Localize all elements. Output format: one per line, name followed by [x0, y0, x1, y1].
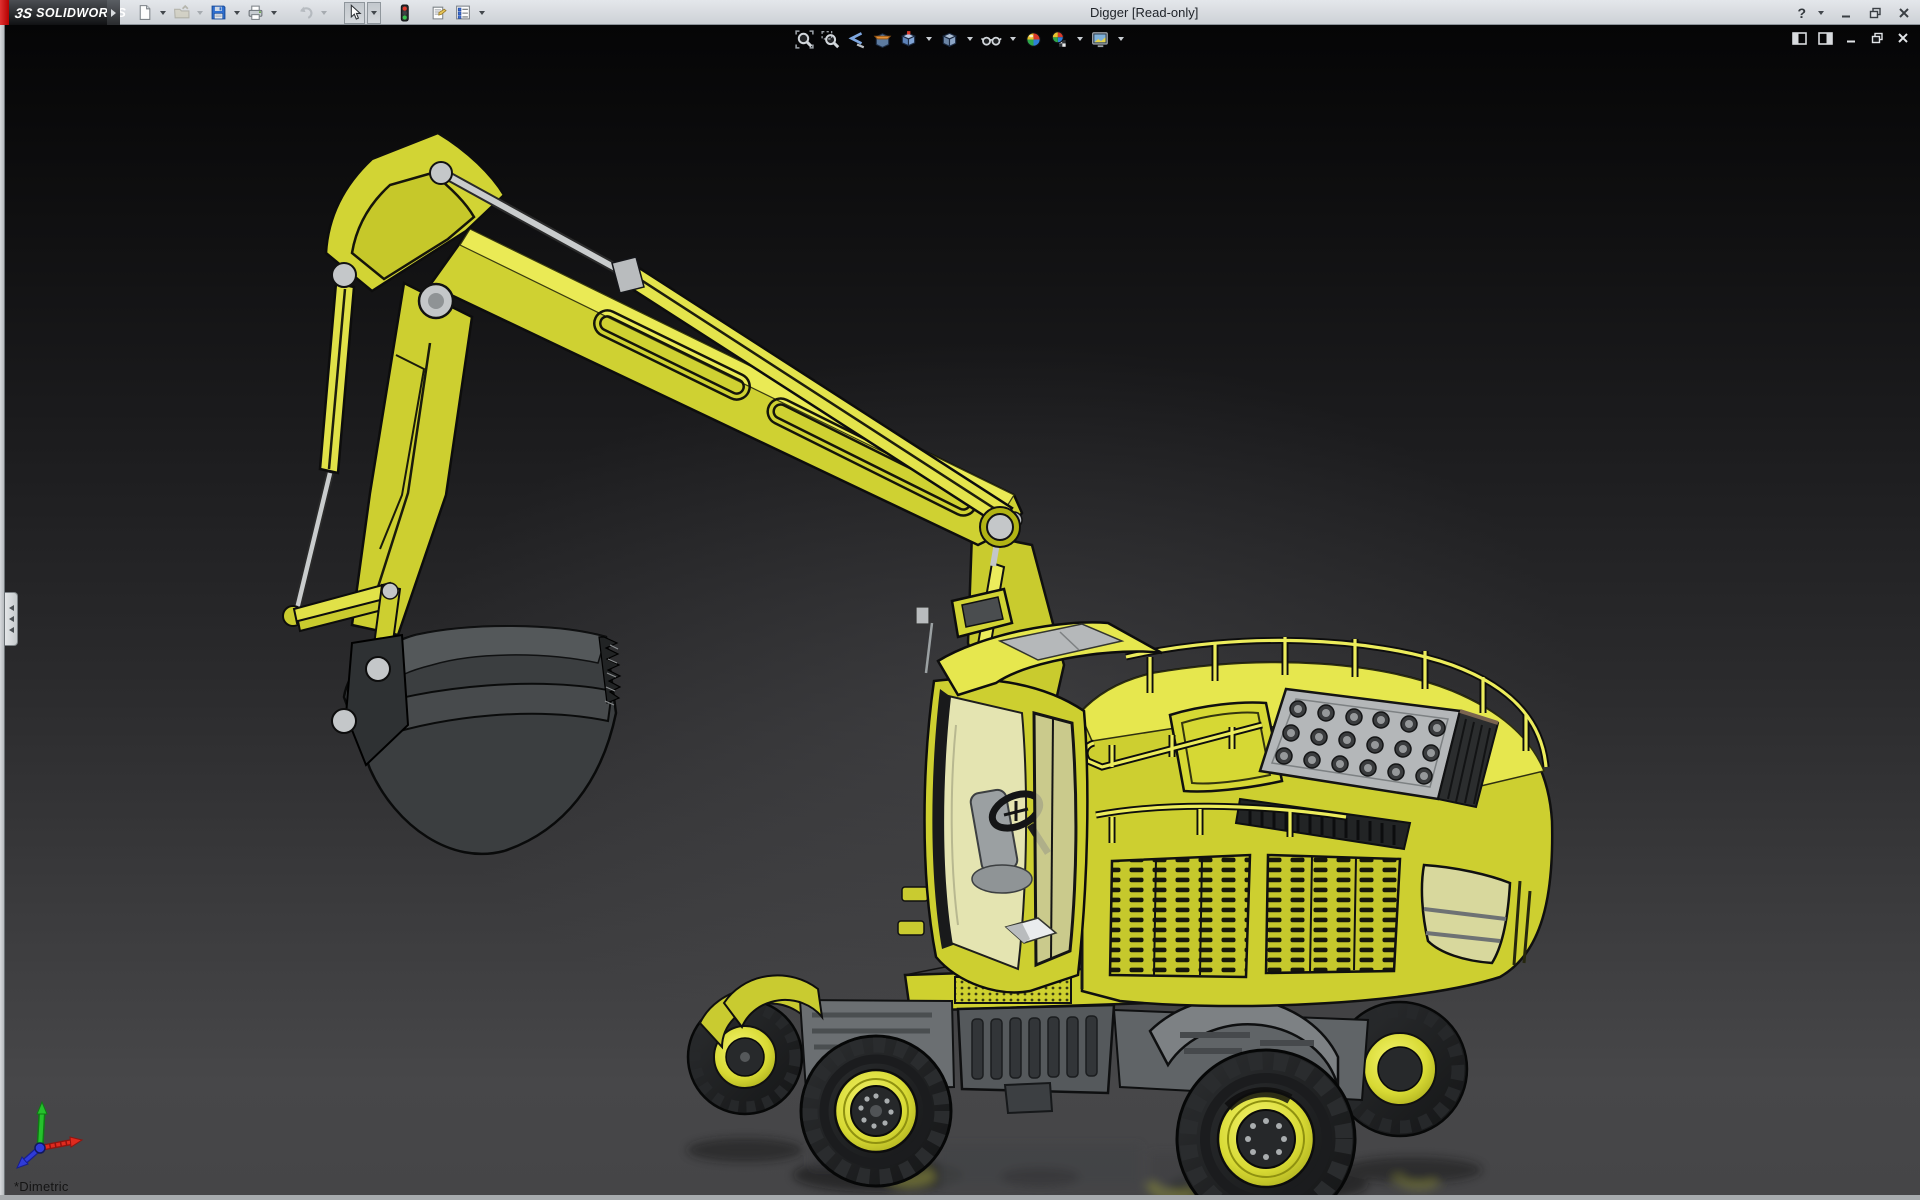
restore-icon — [1869, 7, 1882, 19]
rebuild-button[interactable] — [395, 2, 414, 24]
undo-icon — [296, 4, 314, 21]
window-title: Digger [Read-only] — [1090, 0, 1198, 25]
view-orientation-icon — [899, 30, 918, 49]
file-properties-button[interactable] — [428, 2, 450, 24]
document-window-controls — [1790, 30, 1912, 46]
new-dropdown-caret[interactable] — [160, 11, 166, 15]
viewport-bottom-edge — [0, 1195, 1920, 1200]
undo-dropdown-caret — [321, 11, 327, 15]
view-settings-caret[interactable] — [1118, 37, 1124, 41]
digger-model[interactable] — [0, 25, 1920, 1200]
minimize-button[interactable] — [1836, 3, 1856, 23]
print-button[interactable] — [245, 2, 266, 24]
zoom-to-fit-button[interactable] — [793, 28, 816, 50]
brand-red-strip — [0, 0, 9, 25]
hide-show-items-caret[interactable] — [1010, 37, 1016, 41]
help-button[interactable]: ? — [1797, 5, 1806, 21]
section-view-button[interactable] — [871, 28, 894, 50]
options-dropdown-caret[interactable] — [479, 11, 485, 15]
solidworks-logo: 3S SOLIDWORKS — [9, 0, 107, 25]
boom-arm[interactable] — [283, 133, 1064, 709]
solidworks-window: 3S SOLIDWORKS — [0, 0, 1920, 1200]
doc-close-icon — [1897, 32, 1909, 44]
expand-left-arrow-icon — [9, 627, 14, 633]
select-button[interactable] — [344, 2, 365, 24]
file-properties-icon — [430, 4, 448, 21]
select-cursor-icon — [346, 4, 363, 21]
pane-right-toggle[interactable] — [1816, 30, 1834, 46]
expand-left-arrow-icon — [9, 605, 14, 611]
hide-show-items-button[interactable] — [979, 28, 1004, 50]
open-icon — [173, 4, 190, 21]
zoom-to-area-icon — [821, 30, 840, 49]
options-icon — [454, 4, 472, 21]
apply-scene-icon — [1050, 30, 1069, 49]
previous-view-icon — [847, 30, 866, 49]
edit-appearance-button[interactable] — [1022, 28, 1045, 50]
view-settings-icon — [1091, 30, 1110, 49]
display-style-button[interactable] — [938, 28, 961, 50]
print-icon — [247, 4, 264, 21]
feature-manager-collapsed-tab[interactable] — [5, 592, 18, 646]
doc-restore-button[interactable] — [1868, 30, 1886, 46]
save-dropdown-caret[interactable] — [234, 11, 240, 15]
open-dropdown-caret — [197, 11, 203, 15]
window-controls: ? — [1797, 0, 1914, 25]
close-button[interactable] — [1894, 3, 1914, 23]
select-dropdown-caret — [371, 11, 377, 15]
options-button[interactable] — [452, 2, 474, 24]
zoom-to-area-button[interactable] — [819, 28, 842, 50]
body-upper[interactable] — [1080, 637, 1552, 1006]
pane-left-toggle[interactable] — [1790, 30, 1808, 46]
expand-arrow-icon — [111, 9, 116, 17]
pane-right-icon — [1818, 32, 1833, 45]
floor-reflection — [687, 1138, 1482, 1200]
apply-scene-button[interactable] — [1048, 28, 1071, 50]
restore-button[interactable] — [1865, 3, 1885, 23]
display-style-caret[interactable] — [967, 37, 973, 41]
solidworks-logo-mark: 3S — [14, 5, 33, 21]
rebuild-traffic-light-icon — [397, 4, 412, 22]
hide-show-items-icon — [981, 30, 1002, 49]
view-orientation-caret[interactable] — [926, 37, 932, 41]
view-settings-button[interactable] — [1089, 28, 1112, 50]
view-orientation-button[interactable] — [897, 28, 920, 50]
close-icon — [1898, 7, 1910, 19]
print-dropdown-caret[interactable] — [271, 11, 277, 15]
expand-left-arrow-icon — [9, 616, 14, 622]
apply-scene-caret[interactable] — [1077, 37, 1083, 41]
bucket[interactable] — [332, 626, 620, 854]
minimize-icon — [1840, 7, 1852, 19]
reference-triad — [8, 1100, 86, 1174]
graphics-viewport[interactable]: *Dimetric — [0, 25, 1920, 1200]
doc-minimize-icon — [1845, 32, 1857, 44]
mirror — [916, 607, 929, 624]
help-dropdown-caret[interactable] — [1818, 11, 1824, 15]
view-orientation-label: *Dimetric — [14, 1179, 69, 1194]
doc-close-button[interactable] — [1894, 30, 1912, 46]
new-document-button[interactable] — [134, 2, 155, 24]
titlebar: 3S SOLIDWORKS — [0, 0, 1920, 25]
pane-left-icon — [1792, 32, 1807, 45]
edit-appearance-icon — [1024, 30, 1043, 49]
previous-view-button[interactable] — [845, 28, 868, 50]
headsup-view-toolbar — [793, 28, 1127, 50]
section-view-icon — [873, 30, 892, 49]
save-button[interactable] — [208, 2, 229, 24]
menu-expand-button[interactable] — [107, 0, 120, 25]
select-dropdown-button[interactable] — [367, 2, 381, 24]
open-button[interactable] — [171, 2, 192, 24]
new-document-icon — [136, 4, 153, 21]
display-style-icon — [940, 30, 959, 49]
doc-restore-icon — [1871, 32, 1884, 44]
wheel-front-left[interactable] — [801, 1036, 951, 1186]
main-toolbar — [134, 0, 488, 25]
save-icon — [210, 4, 227, 21]
undo-button[interactable] — [294, 2, 316, 24]
doc-minimize-button[interactable] — [1842, 30, 1860, 46]
zoom-to-fit-icon — [795, 30, 814, 49]
